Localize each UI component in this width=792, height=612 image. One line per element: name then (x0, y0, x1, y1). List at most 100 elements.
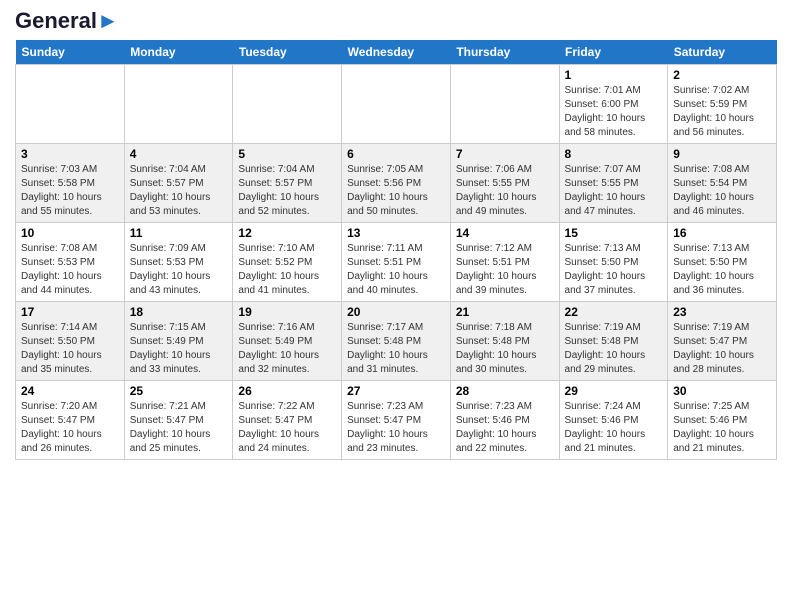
calendar-cell: 30 Sunrise: 7:25 AM Sunset: 5:46 PM Dayli… (668, 381, 777, 460)
day-number: 11 (130, 226, 228, 240)
day-number: 24 (21, 384, 119, 398)
day-info: Sunrise: 7:10 AM Sunset: 5:52 PM Dayligh… (238, 242, 336, 298)
calendar-cell: 20 Sunrise: 7:17 AM Sunset: 5:48 PM Dayli… (342, 302, 451, 381)
week-row-2: 3 Sunrise: 7:03 AM Sunset: 5:58 PM Daylig… (16, 144, 777, 223)
calendar-cell: 21Sunrise: 7:18 AM Sunset: 5:48 PM Dayli… (450, 302, 559, 381)
weekday-sunday: Sunday (16, 40, 125, 65)
day-number: 10 (21, 226, 119, 240)
day-number: 29 (565, 384, 663, 398)
day-number: 13 (347, 226, 445, 240)
calendar-cell (450, 65, 559, 144)
day-number: 19 (238, 305, 336, 319)
day-info: Sunrise: 7:20 AM Sunset: 5:47 PM Dayligh… (21, 400, 119, 456)
calendar-cell: 14 Sunrise: 7:12 AM Sunset: 5:51 PM Dayli… (450, 223, 559, 302)
calendar-cell: 4 Sunrise: 7:04 AM Sunset: 5:57 PM Daylig… (124, 144, 233, 223)
week-row-3: 10 Sunrise: 7:08 AM Sunset: 5:53 PM Dayli… (16, 223, 777, 302)
day-number: 30 (673, 384, 771, 398)
calendar-cell: 22 Sunrise: 7:19 AM Sunset: 5:48 PM Dayli… (559, 302, 668, 381)
day-info: Sunrise: 7:21 AM Sunset: 5:47 PM Dayligh… (130, 400, 228, 456)
day-info: Sunrise: 7:14 AM Sunset: 5:50 PM Dayligh… (21, 321, 119, 377)
day-info: Sunrise: 7:25 AM Sunset: 5:46 PM Dayligh… (673, 400, 771, 456)
week-row-5: 24 Sunrise: 7:20 AM Sunset: 5:47 PM Dayli… (16, 381, 777, 460)
day-info: Sunrise: 7:19 AM Sunset: 5:47 PM Dayligh… (673, 321, 771, 377)
logo-bird-icon: ► (97, 8, 119, 33)
day-number: 25 (130, 384, 228, 398)
calendar-cell: 23 Sunrise: 7:19 AM Sunset: 5:47 PM Dayli… (668, 302, 777, 381)
calendar-body: 1 Sunrise: 7:01 AM Sunset: 6:00 PM Daylig… (16, 65, 777, 460)
calendar-cell: 28 Sunrise: 7:23 AM Sunset: 5:46 PM Dayli… (450, 381, 559, 460)
day-info: Sunrise: 7:08 AM Sunset: 5:54 PM Dayligh… (673, 163, 771, 219)
day-number: 12 (238, 226, 336, 240)
day-number: 1 (565, 68, 663, 82)
header: General► (15, 10, 777, 32)
day-number: 23 (673, 305, 771, 319)
day-info: Sunrise: 7:03 AM Sunset: 5:58 PM Dayligh… (21, 163, 119, 219)
day-info: Sunrise: 7:13 AM Sunset: 5:50 PM Dayligh… (565, 242, 663, 298)
calendar-cell: 18Sunrise: 7:15 AM Sunset: 5:49 PM Dayli… (124, 302, 233, 381)
day-info: Sunrise: 7:17 AM Sunset: 5:48 PM Dayligh… (347, 321, 445, 377)
calendar-cell: 9 Sunrise: 7:08 AM Sunset: 5:54 PM Daylig… (668, 144, 777, 223)
logo-text-general: General (15, 8, 97, 33)
day-number: 28 (456, 384, 554, 398)
day-number: 16 (673, 226, 771, 240)
calendar-cell: 27Sunrise: 7:23 AM Sunset: 5:47 PM Dayli… (342, 381, 451, 460)
calendar-cell: 19 Sunrise: 7:16 AM Sunset: 5:49 PM Dayli… (233, 302, 342, 381)
day-number: 7 (456, 147, 554, 161)
calendar-cell: 5 Sunrise: 7:04 AM Sunset: 5:57 PM Daylig… (233, 144, 342, 223)
calendar-cell: 29 Sunrise: 7:24 AM Sunset: 5:46 PM Dayli… (559, 381, 668, 460)
calendar-cell: 24 Sunrise: 7:20 AM Sunset: 5:47 PM Dayli… (16, 381, 125, 460)
day-info: Sunrise: 7:08 AM Sunset: 5:53 PM Dayligh… (21, 242, 119, 298)
weekday-tuesday: Tuesday (233, 40, 342, 65)
calendar-cell: 17 Sunrise: 7:14 AM Sunset: 5:50 PM Dayli… (16, 302, 125, 381)
calendar-cell (342, 65, 451, 144)
day-number: 21 (456, 305, 554, 319)
weekday-thursday: Thursday (450, 40, 559, 65)
day-info: Sunrise: 7:06 AM Sunset: 5:55 PM Dayligh… (456, 163, 554, 219)
day-number: 14 (456, 226, 554, 240)
weekday-saturday: Saturday (668, 40, 777, 65)
calendar-cell: 3 Sunrise: 7:03 AM Sunset: 5:58 PM Daylig… (16, 144, 125, 223)
day-number: 9 (673, 147, 771, 161)
main-container: General► SundayMondayTuesdayWednesdayThu… (0, 0, 792, 465)
calendar-cell: 12 Sunrise: 7:10 AM Sunset: 5:52 PM Dayli… (233, 223, 342, 302)
day-number: 15 (565, 226, 663, 240)
calendar-cell: 16 Sunrise: 7:13 AM Sunset: 5:50 PM Dayli… (668, 223, 777, 302)
day-info: Sunrise: 7:13 AM Sunset: 5:50 PM Dayligh… (673, 242, 771, 298)
calendar-cell: 6Sunrise: 7:05 AM Sunset: 5:56 PM Daylig… (342, 144, 451, 223)
day-number: 3 (21, 147, 119, 161)
day-info: Sunrise: 7:09 AM Sunset: 5:53 PM Dayligh… (130, 242, 228, 298)
day-number: 20 (347, 305, 445, 319)
day-info: Sunrise: 7:24 AM Sunset: 5:46 PM Dayligh… (565, 400, 663, 456)
calendar-cell: 26Sunrise: 7:22 AM Sunset: 5:47 PM Dayli… (233, 381, 342, 460)
calendar-cell (233, 65, 342, 144)
day-info: Sunrise: 7:11 AM Sunset: 5:51 PM Dayligh… (347, 242, 445, 298)
day-info: Sunrise: 7:01 AM Sunset: 6:00 PM Dayligh… (565, 84, 663, 140)
day-number: 17 (21, 305, 119, 319)
calendar-cell: 11 Sunrise: 7:09 AM Sunset: 5:53 PM Dayli… (124, 223, 233, 302)
day-info: Sunrise: 7:04 AM Sunset: 5:57 PM Dayligh… (238, 163, 336, 219)
day-info: Sunrise: 7:12 AM Sunset: 5:51 PM Dayligh… (456, 242, 554, 298)
day-info: Sunrise: 7:02 AM Sunset: 5:59 PM Dayligh… (673, 84, 771, 140)
week-row-4: 17 Sunrise: 7:14 AM Sunset: 5:50 PM Dayli… (16, 302, 777, 381)
weekday-friday: Friday (559, 40, 668, 65)
day-info: Sunrise: 7:19 AM Sunset: 5:48 PM Dayligh… (565, 321, 663, 377)
day-info: Sunrise: 7:22 AM Sunset: 5:47 PM Dayligh… (238, 400, 336, 456)
day-info: Sunrise: 7:07 AM Sunset: 5:55 PM Dayligh… (565, 163, 663, 219)
calendar-cell: 2Sunrise: 7:02 AM Sunset: 5:59 PM Daylig… (668, 65, 777, 144)
calendar-cell: 25 Sunrise: 7:21 AM Sunset: 5:47 PM Dayli… (124, 381, 233, 460)
day-info: Sunrise: 7:16 AM Sunset: 5:49 PM Dayligh… (238, 321, 336, 377)
day-info: Sunrise: 7:23 AM Sunset: 5:46 PM Dayligh… (456, 400, 554, 456)
logo: General► (15, 10, 119, 32)
day-info: Sunrise: 7:04 AM Sunset: 5:57 PM Dayligh… (130, 163, 228, 219)
day-info: Sunrise: 7:05 AM Sunset: 5:56 PM Dayligh… (347, 163, 445, 219)
day-number: 22 (565, 305, 663, 319)
calendar-cell: 1 Sunrise: 7:01 AM Sunset: 6:00 PM Daylig… (559, 65, 668, 144)
day-info: Sunrise: 7:15 AM Sunset: 5:49 PM Dayligh… (130, 321, 228, 377)
day-number: 5 (238, 147, 336, 161)
day-number: 4 (130, 147, 228, 161)
calendar-cell: 7 Sunrise: 7:06 AM Sunset: 5:55 PM Daylig… (450, 144, 559, 223)
calendar-cell (16, 65, 125, 144)
day-number: 8 (565, 147, 663, 161)
calendar-cell (124, 65, 233, 144)
calendar-cell: 10 Sunrise: 7:08 AM Sunset: 5:53 PM Dayli… (16, 223, 125, 302)
